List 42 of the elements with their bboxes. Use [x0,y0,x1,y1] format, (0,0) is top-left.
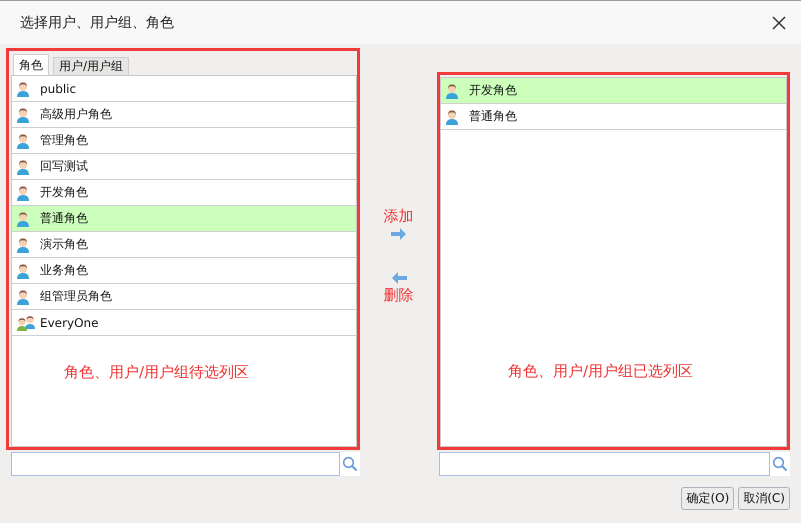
user-icon [16,262,30,278]
left-arrow-icon [390,272,406,284]
right-arrow-icon [390,228,406,240]
user-icon [16,288,30,304]
search-icon [342,456,358,472]
annotation-label: 角色、用户/用户组已选列区 [508,362,694,381]
list-item[interactable]: 普通角色 [12,206,356,232]
list-item[interactable]: EveryOne [12,310,356,336]
search-field[interactable] [11,452,340,476]
user-icon [445,82,459,98]
close-icon [771,14,787,30]
close-button[interactable] [771,14,787,30]
ok-button[interactable]: 确定(O) [681,487,734,510]
add-button[interactable]: 添加 [384,207,414,240]
list-item[interactable]: 组管理员角色 [12,284,356,310]
list-item[interactable]: 演示角色 [12,232,356,258]
annotation-label: 角色、用户/用户组待选列区 [64,363,250,382]
user-icon [445,108,459,124]
list-item[interactable]: 普通角色 [441,104,786,130]
search-button[interactable] [770,452,790,476]
list-item[interactable]: public [12,76,356,102]
search-icon [772,456,788,472]
list-item[interactable]: 高级用户角色 [12,102,356,128]
user-icon [16,80,30,96]
tab[interactable]: 角色 [13,54,49,75]
user-icon [16,106,30,122]
list-item[interactable]: 业务角色 [12,258,356,284]
list-item[interactable]: 开发角色 [441,78,786,104]
list-item[interactable]: 回写测试 [12,154,356,180]
users-icon [16,314,36,330]
window-title: 选择用户、用户组、角色 [20,14,174,32]
user-icon [16,236,30,252]
user-icon [16,132,30,148]
cancel-button[interactable]: 取消(C) [738,487,790,510]
remove-button[interactable]: 删除 [384,272,414,305]
search-field[interactable] [439,452,770,476]
user-icon [16,184,30,200]
search-button[interactable] [340,452,360,476]
tab[interactable]: 用户/用户组 [53,57,130,75]
user-icon [16,210,30,226]
user-icon [16,158,30,174]
list-item[interactable]: 管理角色 [12,128,356,154]
